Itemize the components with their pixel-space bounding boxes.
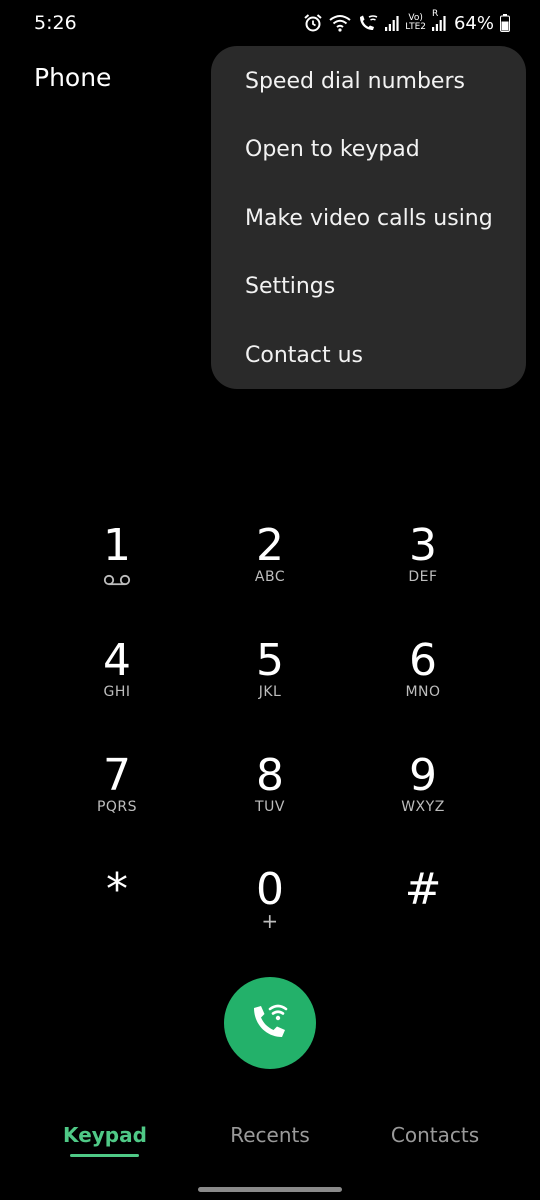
- key-letters: +: [261, 909, 279, 933]
- menu-item-open-to-keypad[interactable]: Open to keypad: [211, 115, 526, 183]
- key-digit: 6: [409, 635, 437, 686]
- key-4[interactable]: 4 GHI: [42, 620, 192, 728]
- tab-keypad[interactable]: Keypad: [15, 1110, 195, 1160]
- roaming-label: R: [431, 9, 439, 19]
- signal-icon: [385, 15, 399, 31]
- status-time: 5:26: [34, 12, 77, 34]
- key-letters: DEF: [408, 569, 438, 585]
- key-digit: 4: [103, 635, 131, 686]
- key-0[interactable]: 0 +: [195, 849, 345, 957]
- key-digit: 1: [103, 520, 131, 571]
- key-digit: #: [404, 864, 442, 915]
- key-digit: 8: [256, 750, 284, 801]
- wifi-calling-icon: [329, 14, 351, 32]
- wifi-call-icon: [248, 999, 292, 1047]
- status-bar: 5:26 Vo) LTE2 R 64%: [0, 0, 540, 46]
- key-letters: MNO: [405, 684, 441, 700]
- menu-item-video-calls[interactable]: Make video calls using: [211, 184, 526, 252]
- key-letters: WXYZ: [401, 799, 445, 815]
- key-letters: ABC: [254, 569, 286, 585]
- overflow-menu: Speed dial numbers Open to keypad Make v…: [211, 46, 526, 389]
- key-digit: 9: [409, 750, 437, 801]
- active-tab-indicator: [70, 1154, 139, 1157]
- key-5[interactable]: 5 JKL: [195, 620, 345, 728]
- page-title: Phone: [34, 63, 112, 92]
- key-digit: 7: [103, 750, 131, 801]
- alarm-icon: [303, 13, 323, 33]
- menu-item-settings[interactable]: Settings: [211, 252, 526, 320]
- volte-icon: Vo) LTE2: [405, 13, 426, 32]
- key-star[interactable]: *: [42, 849, 192, 957]
- key-digit: 2: [256, 520, 284, 571]
- menu-item-speed-dial[interactable]: Speed dial numbers: [211, 47, 526, 115]
- tab-contacts[interactable]: Contacts: [345, 1110, 525, 1160]
- battery-percent: 64%: [453, 12, 494, 34]
- key-7[interactable]: 7 PQRS: [42, 735, 192, 843]
- signal-roaming-icon: R: [431, 9, 446, 31]
- call-button[interactable]: [224, 977, 316, 1069]
- tab-recents[interactable]: Recents: [180, 1110, 360, 1160]
- key-3[interactable]: 3 DEF: [348, 505, 498, 613]
- key-letters: GHI: [103, 684, 131, 700]
- key-hash[interactable]: #: [348, 849, 498, 957]
- key-digit: 5: [256, 635, 284, 686]
- home-indicator[interactable]: [198, 1187, 342, 1192]
- key-digit: 3: [409, 520, 437, 571]
- key-digit: *: [106, 864, 128, 915]
- key-6[interactable]: 6 MNO: [348, 620, 498, 728]
- battery-icon: [500, 14, 510, 32]
- wifi-call-icon: [357, 14, 379, 32]
- menu-item-contact-us[interactable]: Contact us: [211, 321, 526, 389]
- key-1[interactable]: 1: [42, 505, 192, 613]
- bottom-tab-bar: Keypad Recents Contacts: [0, 1110, 540, 1170]
- key-letters: JKL: [258, 684, 282, 700]
- key-9[interactable]: 9 WXYZ: [348, 735, 498, 843]
- key-letters: TUV: [255, 799, 285, 815]
- key-2[interactable]: 2 ABC: [195, 505, 345, 613]
- voicemail-icon: [103, 571, 131, 590]
- key-8[interactable]: 8 TUV: [195, 735, 345, 843]
- status-icons: Vo) LTE2 R 64%: [303, 9, 510, 35]
- key-letters: PQRS: [96, 799, 138, 815]
